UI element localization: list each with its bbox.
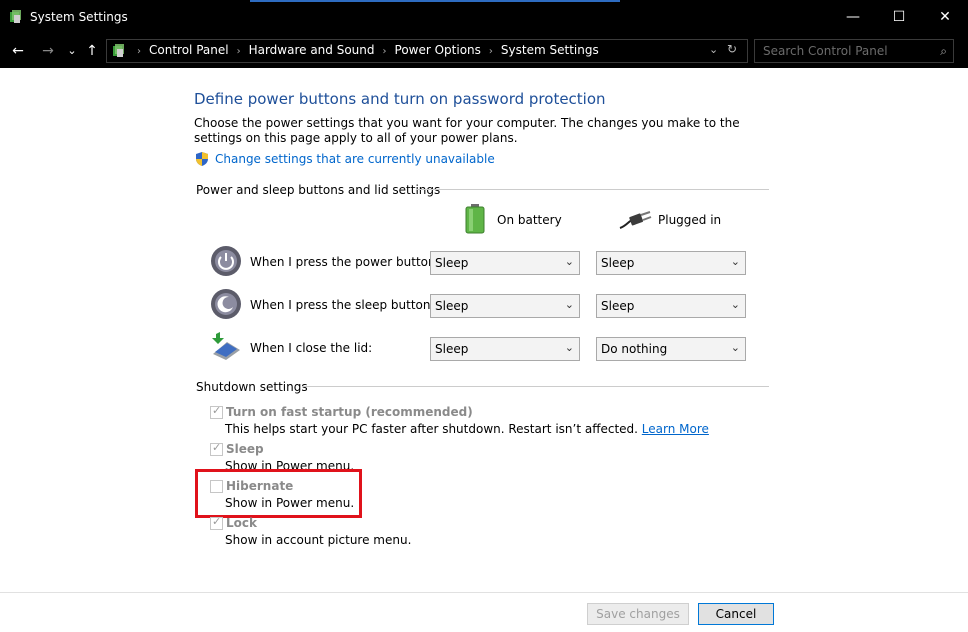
sleep-button-label: When I press the sleep button:: [250, 298, 435, 312]
sleep-button-icon: [211, 289, 241, 319]
chevron-right-icon[interactable]: ›: [383, 46, 387, 57]
chevron-down-icon: ⌄: [564, 255, 574, 268]
address-dropdown-icon[interactable]: ⌄: [709, 43, 718, 56]
chevron-down-icon: ⌄: [564, 341, 574, 354]
change-settings-link[interactable]: Change settings that are currently unava…: [215, 152, 495, 166]
chevron-right-icon[interactable]: ›: [137, 46, 141, 57]
close-lid-battery-select[interactable]: Sleep ⌄: [430, 337, 580, 361]
checkmark-icon: ✓: [212, 404, 222, 417]
lock-description: Show in account picture menu.: [225, 533, 412, 547]
window-title: System Settings: [30, 10, 128, 24]
close-lid-label: When I close the lid:: [250, 341, 373, 355]
sleep-button-battery-select[interactable]: Sleep ⌄: [430, 294, 580, 318]
fast-startup-description: This helps start your PC faster after sh…: [225, 422, 709, 436]
highlight-box: [195, 469, 362, 518]
power-buttons-section-title: Power and sleep buttons and lid settings: [196, 183, 441, 197]
power-button-battery-select[interactable]: Sleep ⌄: [430, 251, 580, 275]
select-value: Sleep: [601, 299, 635, 313]
sleep-button-plugged-select[interactable]: Sleep ⌄: [596, 294, 746, 318]
address-bar[interactable]: › Control Panel › Hardware and Sound › Power …: [106, 39, 748, 63]
chevron-down-icon: ⌄: [730, 341, 740, 354]
main-content: Define power buttons and turn on passwor…: [0, 68, 968, 632]
power-plug-icon: [619, 211, 652, 229]
search-input[interactable]: Search Control Panel ⌕: [754, 39, 954, 63]
cancel-button[interactable]: Cancel: [698, 603, 774, 625]
footer-divider: [0, 592, 968, 593]
refresh-icon[interactable]: ↻: [727, 42, 737, 56]
laptop-lid-icon: [212, 332, 240, 360]
breadcrumb: › Control Panel › Hardware and Sound › Power …: [129, 43, 599, 57]
on-battery-header: On battery: [497, 213, 562, 227]
checkmark-icon: ✓: [212, 441, 222, 454]
chevron-down-icon: ⌄: [730, 255, 740, 268]
power-button-icon: [211, 246, 241, 276]
title-bar: System Settings — ☐ ✕: [0, 0, 968, 34]
search-placeholder: Search Control Panel: [763, 44, 888, 58]
select-value: Sleep: [601, 256, 635, 270]
minimize-button[interactable]: —: [830, 0, 876, 34]
breadcrumb-control-panel[interactable]: Control Panel: [149, 43, 229, 57]
fast-startup-checkbox[interactable]: ✓: [210, 404, 223, 419]
recent-locations-icon[interactable]: ⌄: [62, 41, 82, 61]
sleep-label: Sleep: [226, 442, 264, 456]
lock-checkbox[interactable]: ✓: [210, 515, 223, 530]
control-panel-icon: [10, 10, 21, 23]
search-icon[interactable]: ⌕: [940, 44, 947, 59]
navigation-bar: ← → ⌄ ↑ › Control Panel › Hardware and Soun…: [0, 34, 968, 68]
power-button-label: When I press the power button:: [250, 255, 440, 269]
breadcrumb-system-settings[interactable]: System Settings: [501, 43, 599, 57]
close-button[interactable]: ✕: [922, 0, 968, 34]
plugged-in-header: Plugged in: [658, 213, 722, 227]
sleep-checkbox[interactable]: ✓: [210, 441, 223, 456]
chevron-right-icon[interactable]: ›: [489, 46, 493, 57]
maximize-button[interactable]: ☐: [876, 0, 922, 34]
section-divider: [302, 386, 769, 387]
control-panel-icon: [113, 44, 124, 57]
forward-arrow-icon[interactable]: →: [38, 41, 58, 61]
section-divider: [416, 189, 769, 190]
back-arrow-icon[interactable]: ←: [8, 41, 28, 61]
title-accent-stripe: [250, 0, 620, 2]
select-value: Sleep: [435, 299, 469, 313]
lock-label: Lock: [226, 516, 257, 530]
close-lid-plugged-select[interactable]: Do nothing ⌄: [596, 337, 746, 361]
breadcrumb-hardware-and-sound[interactable]: Hardware and Sound: [249, 43, 375, 57]
uac-shield-icon: [196, 152, 208, 166]
learn-more-link[interactable]: Learn More: [642, 422, 709, 436]
select-value: Do nothing: [601, 342, 668, 356]
save-changes-button[interactable]: Save changes: [587, 603, 689, 625]
select-value: Sleep: [435, 342, 469, 356]
chevron-down-icon: ⌄: [730, 298, 740, 311]
checkmark-icon: ✓: [212, 515, 222, 528]
breadcrumb-power-options[interactable]: Power Options: [395, 43, 481, 57]
shutdown-section-title: Shutdown settings: [196, 380, 308, 394]
chevron-right-icon[interactable]: ›: [237, 46, 241, 57]
fast-startup-label: Turn on fast startup (recommended): [226, 405, 473, 419]
fast-startup-desc-text: This helps start your PC faster after sh…: [225, 422, 638, 436]
up-arrow-icon[interactable]: ↑: [82, 41, 102, 61]
chevron-down-icon: ⌄: [564, 298, 574, 311]
power-button-plugged-select[interactable]: Sleep ⌄: [596, 251, 746, 275]
battery-icon: [465, 204, 485, 234]
page-title: Define power buttons and turn on passwor…: [194, 90, 606, 108]
page-description: Choose the power settings that you want …: [194, 116, 740, 145]
select-value: Sleep: [435, 256, 469, 270]
